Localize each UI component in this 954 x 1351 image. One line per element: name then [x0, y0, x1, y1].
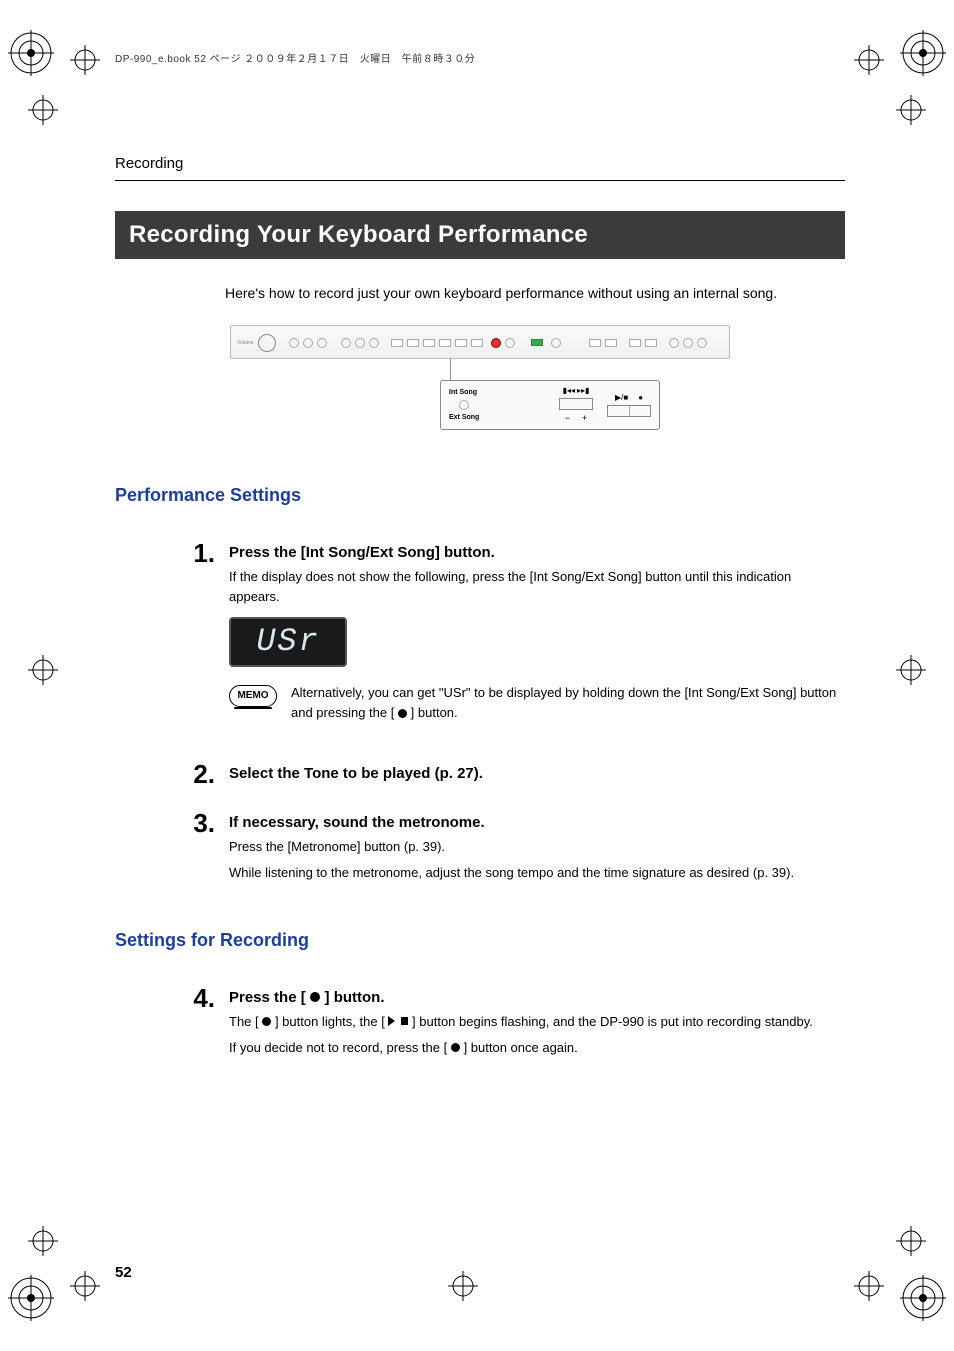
book-meta-line: DP-990_e.book 52 ページ ２００９年２月１７日 火曜日 午前８時… [115, 50, 845, 65]
registration-mark-icon [896, 1226, 926, 1256]
registration-mark-icon [896, 655, 926, 685]
step-2: 2. Select the Tone to be played (p. 27). [185, 761, 845, 788]
step-text: Press the [Metronome] button (p. 39). [229, 837, 845, 857]
memo-badge: MEMO [229, 685, 277, 707]
crop-target-icon [8, 30, 54, 76]
step-3: 3. If necessary, sound the metronome. Pr… [185, 810, 845, 889]
dotted-rule [115, 955, 845, 957]
registration-mark-icon [448, 1271, 478, 1301]
record-icon [262, 1017, 271, 1026]
dotted-rule [115, 510, 845, 512]
registration-mark-icon [896, 95, 926, 125]
step-title: Press the [Int Song/Ext Song] button. [229, 544, 845, 561]
lcd-display: USr [229, 617, 347, 667]
header-rule [115, 180, 845, 181]
int-song-label: Int Song [449, 389, 479, 396]
registration-mark-icon [854, 1271, 884, 1301]
crop-target-icon [900, 30, 946, 76]
registration-mark-icon [854, 45, 884, 75]
play-stop-icon [388, 1016, 408, 1026]
registration-mark-icon [28, 95, 58, 125]
page-number: 52 [115, 1264, 132, 1281]
record-icon [310, 992, 321, 1003]
step-1: 1. Press the [Int Song/Ext Song] button.… [185, 540, 845, 740]
step-number: 3. [185, 810, 215, 889]
registration-mark-icon [70, 1271, 100, 1301]
registration-mark-icon [70, 45, 100, 75]
step-title: Select the Tone to be played (p. 27). [229, 765, 845, 782]
crop-target-icon [8, 1275, 54, 1321]
subheading-settings-for-recording: Settings for Recording [115, 930, 845, 951]
step-text: If the display does not show the followi… [229, 567, 845, 607]
step-title: Press the [ ] button. [229, 989, 845, 1006]
intro-text: Here's how to record just your own keybo… [225, 283, 825, 305]
record-icon [451, 1043, 460, 1052]
registration-mark-icon [28, 655, 58, 685]
step-number: 1. [185, 540, 215, 740]
step-number: 4. [185, 985, 215, 1064]
step-text: While listening to the metronome, adjust… [229, 863, 845, 883]
step-text: The [ ] button lights, the [ ] button be… [229, 1012, 845, 1032]
step-number: 2. [185, 761, 215, 788]
step-4: 4. Press the [ ] button. The [ ] button … [185, 985, 845, 1064]
record-icon [398, 709, 407, 718]
page-content: DP-990_e.book 52 ページ ２００９年２月１７日 火曜日 午前８時… [115, 50, 845, 1086]
step-text: If you decide not to record, press the [… [229, 1038, 845, 1058]
running-header: Recording [115, 155, 845, 172]
subheading-performance-settings: Performance Settings [115, 485, 845, 506]
registration-mark-icon [28, 1226, 58, 1256]
ext-song-label: Ext Song [449, 414, 479, 421]
memo-text: Alternatively, you can get "USr" to be d… [291, 683, 845, 723]
step-title: If necessary, sound the metronome. [229, 814, 845, 831]
page-title: Recording Your Keyboard Performance [115, 211, 845, 259]
keyboard-panel-diagram: Volume Int Song Ext Song ▮◂◂▸▸▮ −+ [230, 325, 730, 445]
crop-target-icon [900, 1275, 946, 1321]
